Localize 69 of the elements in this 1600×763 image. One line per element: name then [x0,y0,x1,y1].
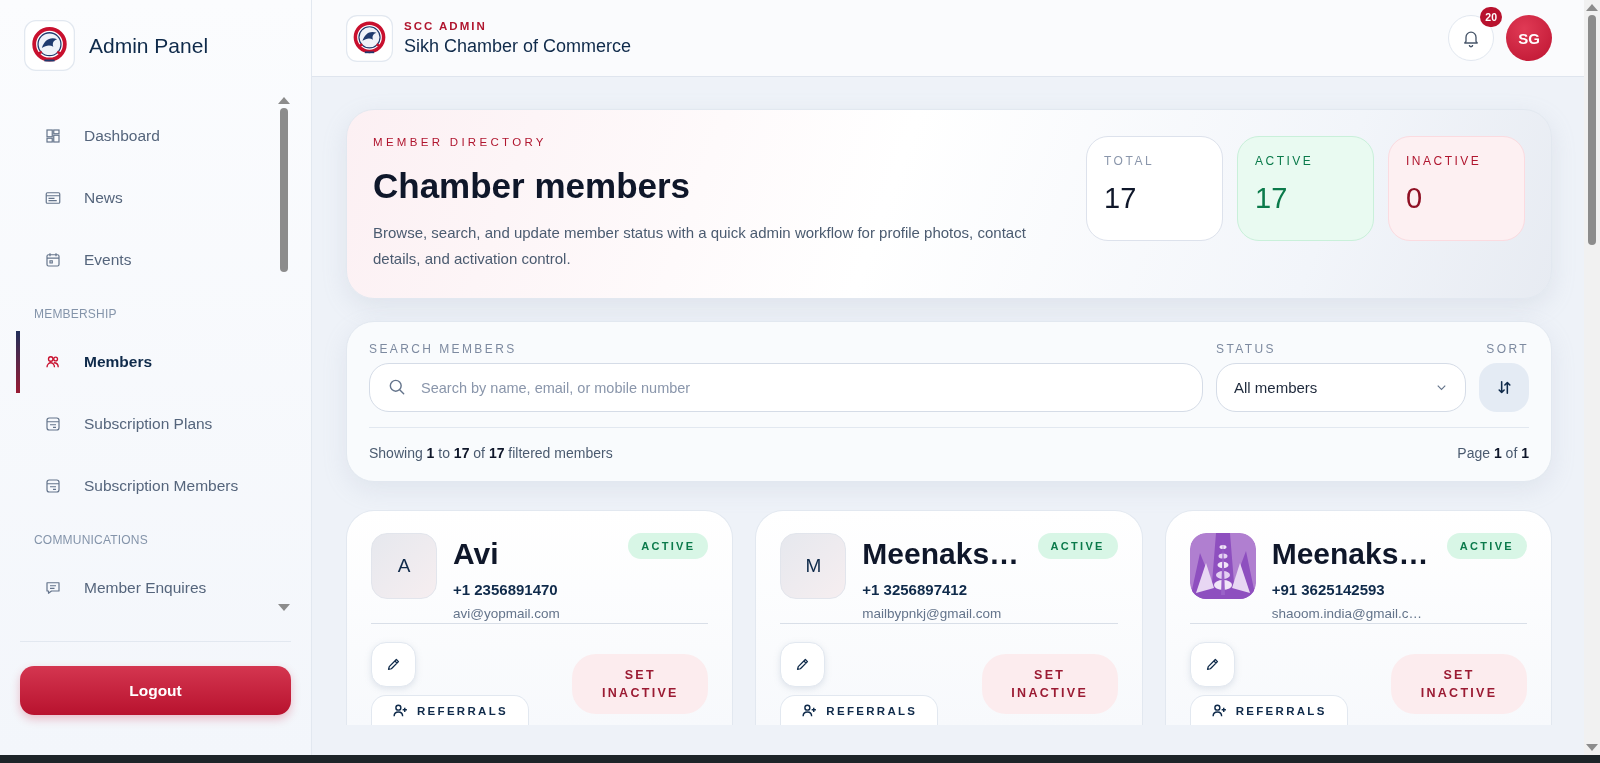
status-dropdown[interactable]: All members [1216,363,1466,412]
member-phone: +1 2356891470 [453,581,559,598]
user-avatar[interactable]: SG [1506,15,1552,61]
member-name: Meenaks… [862,537,1021,571]
newspaper-icon [44,189,62,207]
document-icon [44,477,62,495]
status-badge: ACTIVE [628,533,709,559]
stat-label: TOTAL [1104,154,1156,168]
member-email: mailbypnkj@gmail.com [862,606,1003,621]
referrals-button[interactable]: REFERRALS [780,695,939,725]
avatar: A [371,533,437,599]
page-title: Chamber members [373,166,692,206]
document-icon [44,415,62,433]
calendar-icon [44,251,62,269]
dashboard-icon [44,127,62,145]
status-toggle-button[interactable]: SET INACTIVE [572,653,709,714]
search-icon [387,377,407,397]
header-title: Sikh Chamber of Commerce [404,35,632,57]
member-email: shaoom.india@gmail.c… [1271,606,1423,621]
page-indicator: Page 1 of 1 [1457,445,1529,461]
section-eyebrow: MEMBER DIRECTORY [373,136,548,148]
status-toggle-button[interactable]: SET INACTIVE [981,653,1118,714]
add-person-icon [1210,702,1228,719]
logo-icon [24,20,75,71]
stat-value: 17 [1255,182,1289,215]
nav-item[interactable]: Subscription Plans [16,393,277,455]
field-label: STATUS [1216,342,1277,356]
header-eyebrow: SCC ADMIN [404,19,488,32]
member-phone: +91 3625142593 [1271,581,1386,598]
referrals-button[interactable]: REFERRALS [1189,695,1348,725]
app-title: Admin Panel [89,33,209,58]
nav-item[interactable]: Member Enquires [16,557,277,619]
page-description: Browse, search, and update member status with a quick admin workflow for profile photos, contact details, and activation control. [373,223,1027,269]
page-scrollbar[interactable] [1584,0,1600,755]
status-toggle-button[interactable]: SET INACTIVE [1391,653,1527,714]
edit-button[interactable] [371,642,416,687]
stat-value: 0 [1406,182,1424,215]
notification-count: 20 [1480,7,1502,27]
stat-value: 17 [1104,182,1138,215]
member-email: avi@yopmail.com [453,606,561,621]
chat-icon [44,579,62,597]
member-name: Avi [453,537,500,571]
member-phone: +1 3256897412 [862,581,969,598]
stat-label: ACTIVE [1255,154,1315,168]
search-field[interactable]: Search by name, email, or mobile number [369,363,1203,412]
member-name: Meenaks… [1271,537,1430,571]
nav-item[interactable]: Members [16,331,277,393]
nav-item[interactable]: Events [16,229,277,291]
nav-item[interactable]: News [16,167,277,229]
referrals-button[interactable]: REFERRALS [371,695,529,725]
logout-button[interactable]: Logout [20,666,291,715]
field-label: SEARCH MEMBERS [369,342,518,356]
sort-button[interactable] [1479,363,1529,412]
pencil-icon [385,656,402,673]
edit-button[interactable] [780,642,826,687]
add-person-icon [801,702,819,719]
edit-button[interactable] [1189,642,1235,687]
nav-item[interactable]: Subscription Members [16,455,277,517]
field-label: SORT [1486,342,1529,356]
nav-item[interactable]: Dashboard [16,105,277,167]
status-badge: ACTIVE [1037,533,1118,559]
results-summary: Showing 1 to 17 of 17 filtered members [369,445,613,461]
add-person-icon [392,702,409,719]
status-badge: ACTIVE [1446,533,1527,559]
avatar: M [780,533,847,599]
section-heading: COMMUNICATIONS [33,532,149,549]
stat-label: INACTIVE [1406,154,1483,168]
section-heading: MEMBERSHIP [33,306,118,323]
logo-icon [346,14,393,62]
